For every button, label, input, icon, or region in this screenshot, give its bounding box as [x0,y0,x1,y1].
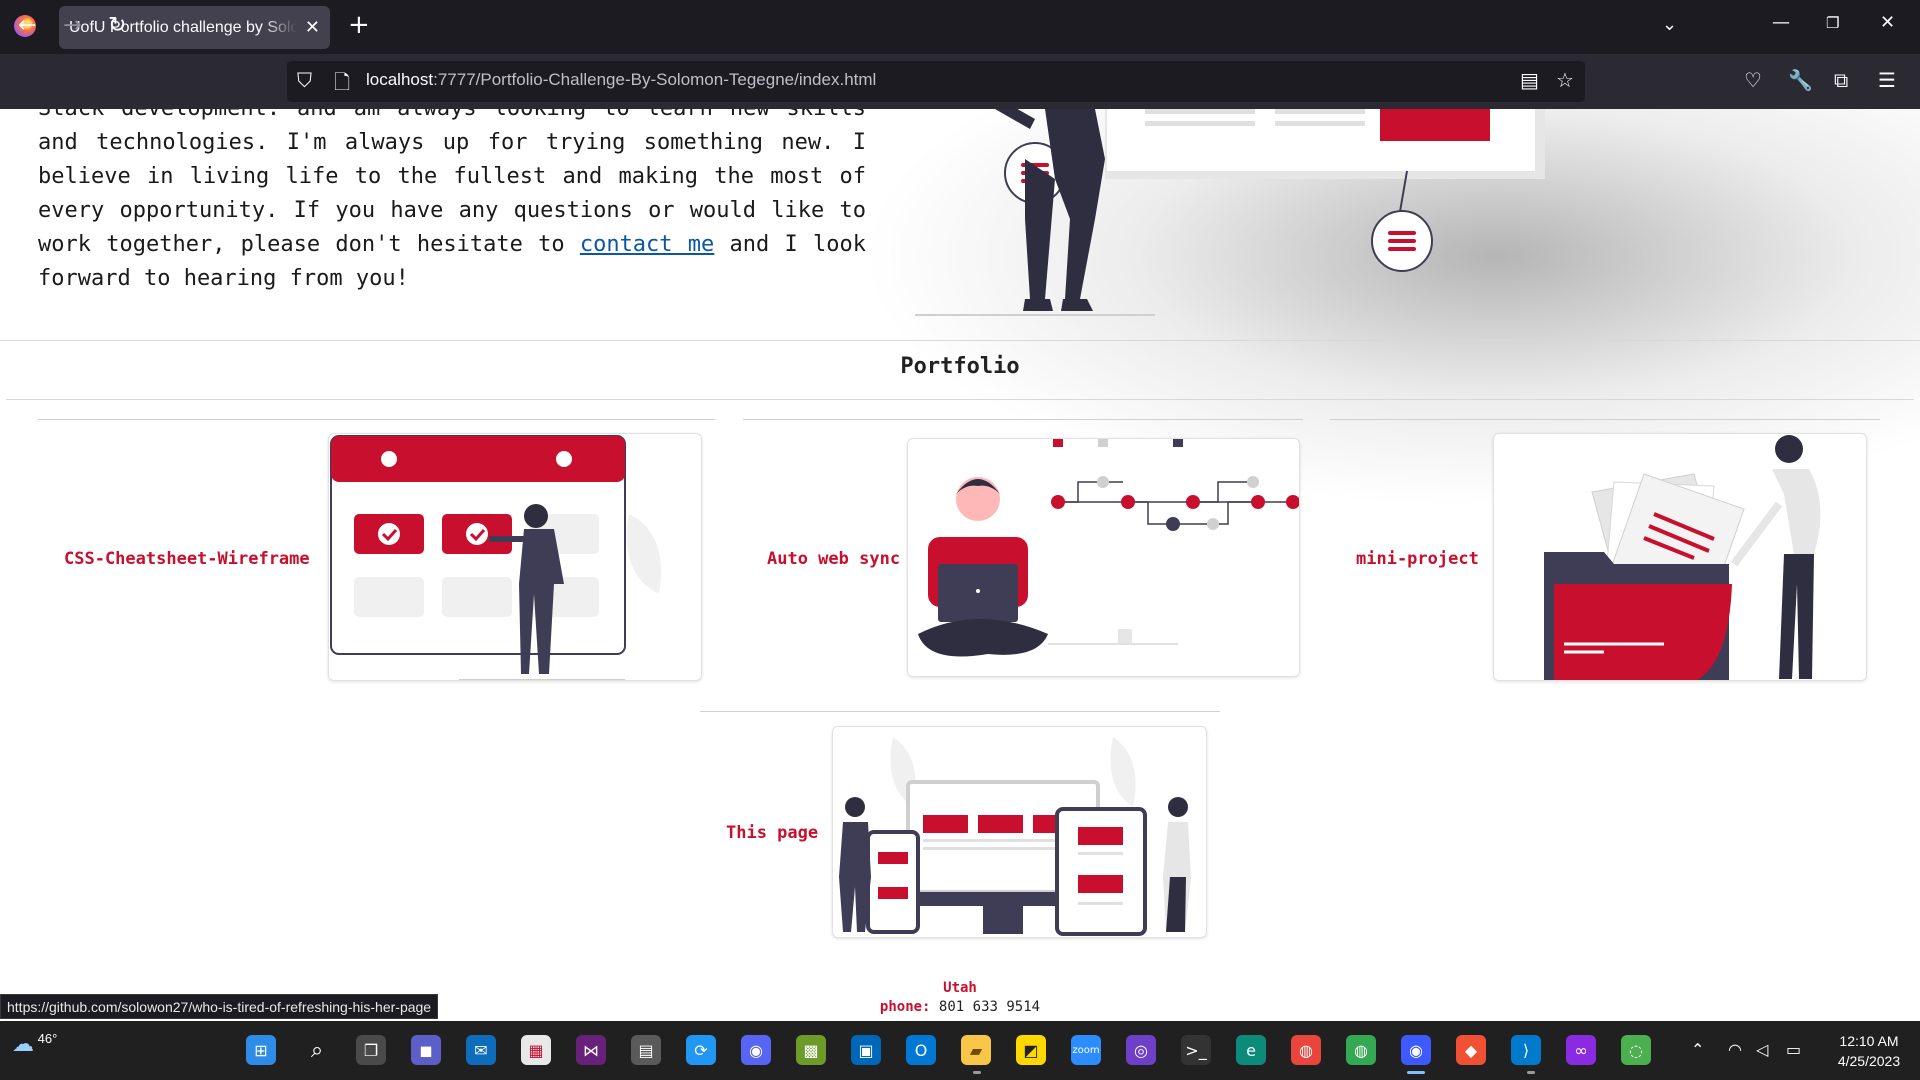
footer-phone-number: 801 633 9514 [938,999,1041,1015]
reload-button[interactable]: ↻ [108,13,126,38]
calendar-illustration [330,435,661,680]
volume-icon[interactable]: ◁ [1756,1040,1768,1059]
shield-tracking-protection-icon[interactable]: ⛉ [297,68,312,92]
active-app-indicator [1407,1071,1425,1074]
search-icon[interactable]: ⌕ [302,1035,332,1065]
edge-browser-icon[interactable]: e [1236,1035,1266,1065]
git-icon[interactable]: ◆ [1456,1035,1486,1065]
weather-cloud-icon: ☁ [12,1031,34,1056]
project-image-this-page[interactable] [832,726,1207,938]
card-divider [743,419,1303,420]
pocket-icon[interactable]: ♡ [1744,68,1762,92]
discord-icon[interactable]: ◉ [741,1035,771,1065]
card-divider [1330,419,1880,420]
web-page-content: Stack development. and am always looking… [0,109,1920,1021]
url-path: :7777/Portfolio-Challenge-By-Solomon-Teg… [433,70,877,89]
running-indicator [973,1071,981,1074]
portfolio-heading: Portfolio [900,354,1020,379]
card-divider [700,711,1220,712]
weather-widget[interactable]: ☁ 46° [12,1031,57,1057]
reader-view-icon[interactable]: ▤ [1520,68,1539,92]
weather-temperature: 46° [37,1031,58,1046]
project-label-css-cheatsheet[interactable]: CSS-Cheatsheet-Wireframe [64,549,310,569]
section-divider [6,399,1914,400]
sticky-notes-icon[interactable]: ◩ [1016,1035,1046,1065]
about-me-paragraph: Stack development. and am always looking… [38,109,866,296]
list-all-tabs-chevron-icon[interactable]: ⌄ [1662,14,1677,35]
game-app-icon[interactable]: ∞ [1566,1035,1596,1065]
globe-app-icon[interactable]: ◌ [1621,1035,1651,1065]
folder-documents-illustration [1544,435,1821,680]
terminal-icon[interactable]: >_ [1181,1035,1211,1065]
tab-title: UofU Portfolio challenge by Solomon Tege… [69,19,297,36]
clock-date: 4/25/2023 [1837,1053,1901,1069]
minecraft-icon[interactable]: ▩ [796,1035,826,1065]
windows-start-icon[interactable]: ⊞ [246,1035,276,1065]
minimize-window-button[interactable]: — [1772,12,1790,33]
close-tab-icon[interactable]: ✕ [305,6,320,49]
file-explorer-icon[interactable]: ▰ [961,1035,991,1065]
mail-icon[interactable]: ✉ [466,1035,496,1065]
tools-wrench-icon[interactable]: 🔧 [1788,68,1813,92]
forward-button[interactable]: → [63,13,81,38]
link-status-bar: https://github.com/solowon27/who-is-tire… [0,994,439,1019]
firefox-taskbar-icon[interactable]: ◉ [1401,1035,1431,1065]
hamburger-menu-icon[interactable]: ☰ [1878,68,1896,92]
back-button[interactable]: ← [18,13,36,38]
wifi-icon[interactable]: ◠ [1728,1040,1742,1059]
contact-me-link[interactable]: contact me [580,232,714,257]
microsoft-store-icon[interactable]: ▦ [521,1035,551,1065]
restore-window-button[interactable]: ❐ [1826,14,1839,32]
task-view-icon[interactable]: ❐ [356,1035,386,1065]
close-window-button[interactable]: ✕ [1880,12,1895,33]
section-divider [0,340,1920,341]
page-info-icon[interactable]: 🗋 [334,68,350,102]
battery-icon[interactable]: ▭ [1786,1040,1801,1059]
new-tab-button[interactable]: + [348,10,370,40]
remote-desktop-icon[interactable]: ⟳ [686,1035,716,1065]
chrome-profile-icon[interactable]: ◍ [1346,1035,1376,1065]
devices-illustration [839,737,1191,936]
news-icon[interactable]: ▣ [851,1035,881,1065]
extensions-puzzle-icon[interactable]: ⧉ [1834,68,1848,92]
zoom-icon[interactable]: zoom [1071,1035,1101,1065]
bookmark-star-icon[interactable]: ☆ [1556,68,1574,92]
project-image-css-cheatsheet[interactable] [328,433,702,681]
outlook-icon[interactable]: O [906,1035,936,1065]
show-hidden-icons-chevron-icon[interactable]: ⌃ [1691,1040,1704,1059]
browser-tab-active[interactable]: UofU Portfolio challenge by Solomon Tege… [59,6,330,49]
address-bar-url[interactable]: localhost:7777/Portfolio-Challenge-By-So… [366,70,876,90]
project-label-auto-web-sync[interactable]: Auto web sync [767,549,900,569]
running-indicator [1527,1071,1535,1074]
visual-studio-icon[interactable]: ⋈ [576,1035,606,1065]
project-label-this-page[interactable]: This page [726,823,818,843]
footer-phone-label: phone: [879,999,931,1015]
laptop-person-illustration [918,439,1299,657]
system-clock[interactable]: 12:10 AM 4/25/2023 [1824,1031,1914,1071]
clock-time: 12:10 AM [1839,1033,1899,1049]
card-divider [38,419,715,420]
project-image-auto-web-sync[interactable] [907,438,1300,677]
notepad-icon[interactable]: ▤ [631,1035,661,1065]
hero-illustration [915,109,1545,316]
url-host: localhost [366,70,434,89]
chrome-icon[interactable]: ◍ [1291,1035,1321,1065]
project-label-mini-project[interactable]: mini-project [1356,549,1479,569]
vscode-icon[interactable]: ⟩ [1511,1035,1541,1065]
project-image-mini-project[interactable] [1493,433,1867,681]
chat-icon[interactable]: ◼ [411,1035,441,1065]
github-desktop-icon[interactable]: ◎ [1126,1035,1156,1065]
